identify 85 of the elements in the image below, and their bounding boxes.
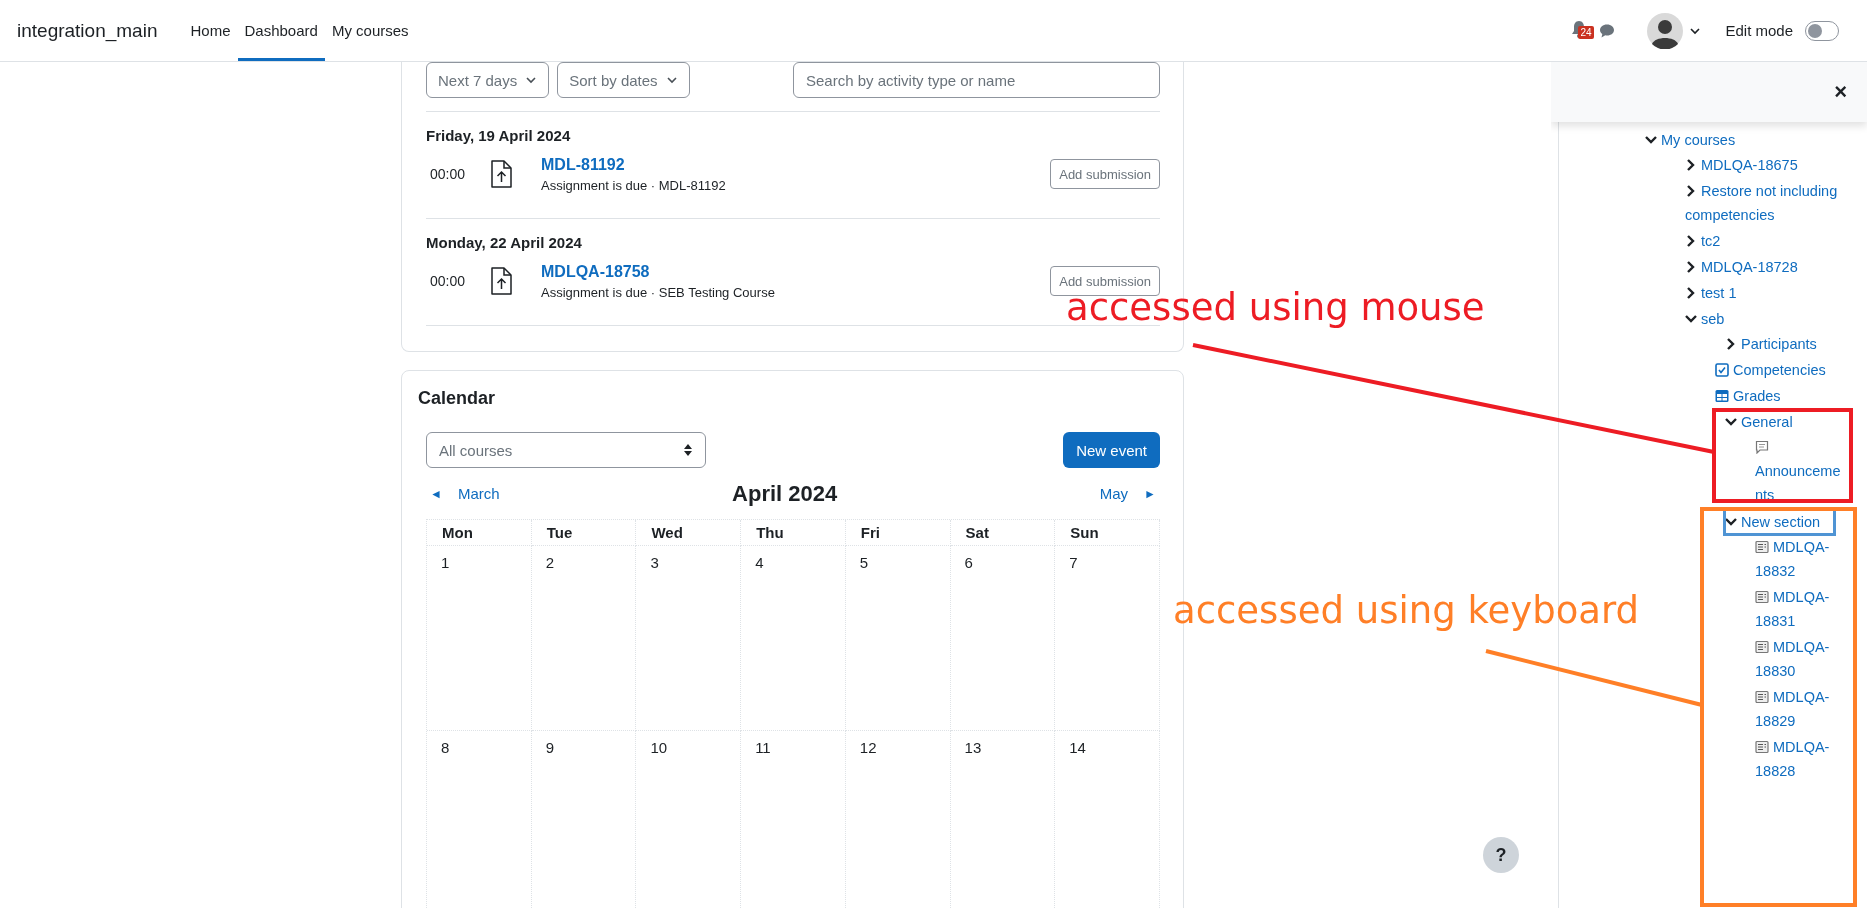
caret-icon — [525, 75, 538, 85]
tree-item[interactable]: Competencies — [1715, 358, 1826, 382]
day-number: 7 — [1069, 554, 1078, 571]
day-number: 5 — [859, 554, 869, 571]
weekday-header: Thu — [741, 520, 846, 546]
annotation-text: accessed using keyboard — [1173, 589, 1639, 633]
tree-item[interactable]: MDLQA-18829 — [1755, 685, 1842, 733]
tree-item[interactable]: My courses — [1645, 128, 1736, 152]
tree-item[interactable]: tc2 — [1685, 229, 1721, 253]
day-number: 1 — [441, 554, 450, 571]
edit-mode-toggle[interactable] — [1805, 20, 1839, 41]
add-submission-button[interactable]: Add submission — [1050, 266, 1160, 296]
tree-item[interactable]: MDLQA-18830 — [1755, 635, 1842, 683]
sort-arrows-icon — [683, 443, 693, 457]
weekday-header: Sun — [1055, 520, 1160, 546]
user-menu[interactable] — [1647, 12, 1702, 49]
date-heading: Friday, 19 April 2024 — [426, 126, 572, 146]
nav-link[interactable]: Dashboard — [237, 0, 325, 61]
caret-icon — [665, 75, 678, 85]
day-number: 14 — [1069, 739, 1086, 756]
tree-item[interactable]: Grades — [1715, 384, 1781, 408]
help-button[interactable]: ? — [1483, 837, 1519, 873]
tree-item[interactable]: MDLQA-18832 — [1755, 535, 1842, 583]
day-number: 8 — [441, 739, 450, 756]
add-submission-button[interactable]: Add submission — [1050, 159, 1160, 189]
chat-bubble-icon — [1599, 22, 1616, 39]
document-icon — [1755, 540, 1769, 554]
weekday-header: Fri — [845, 520, 951, 546]
tree-item[interactable]: Participants — [1725, 332, 1817, 356]
checkbox-icon — [1715, 363, 1729, 377]
notifications-button[interactable]: 24 — [1571, 19, 1598, 42]
caret-icon — [1689, 25, 1702, 36]
tree-item[interactable]: New section — [1725, 510, 1834, 534]
weekday-header: Wed — [636, 520, 742, 546]
file-upload-icon — [490, 160, 512, 188]
day-number: 4 — [755, 554, 764, 571]
avatar-icon — [1647, 12, 1684, 49]
weekday-header: Mon — [427, 520, 532, 546]
card-title: Calendar — [418, 387, 497, 409]
course-select[interactable]: All courses — [426, 432, 706, 468]
month-title: April 2024 — [732, 481, 838, 507]
tree-item[interactable]: test 1 — [1685, 281, 1737, 305]
nav-link[interactable]: My courses — [324, 0, 416, 61]
event-time: 00:00 — [429, 166, 467, 182]
filter-dropdown[interactable]: Sort by dates — [557, 62, 690, 98]
day-number: 9 — [545, 739, 555, 756]
document-icon — [1755, 640, 1769, 654]
tree-item[interactable]: General — [1725, 410, 1793, 434]
tree-item[interactable]: MDLQA-18675 — [1685, 153, 1798, 177]
close-button[interactable]: × — [1828, 79, 1853, 105]
day-number: 3 — [650, 554, 659, 571]
document-icon — [1755, 740, 1769, 754]
event-link[interactable]: MDLQA-18758 — [541, 262, 775, 281]
tree-item[interactable]: seb — [1685, 307, 1725, 331]
search-field[interactable]: Search by activity type or name — [793, 62, 1160, 98]
new-event-button[interactable]: New event — [1063, 432, 1160, 468]
event-time: 00:00 — [429, 273, 467, 289]
weekday-header: Tue — [531, 520, 637, 546]
filter-dropdown[interactable]: Next 7 days — [426, 62, 550, 98]
day-number: 13 — [964, 739, 982, 756]
tree-item[interactable]: MDLQA-18828 — [1755, 735, 1842, 783]
event-link[interactable]: MDL-81192 — [541, 155, 726, 174]
notification-badge: 24 — [1578, 25, 1594, 39]
date-heading: Monday, 22 April 2024 — [426, 233, 583, 253]
next-month-link[interactable]: May ► — [1095, 485, 1160, 503]
previous-month-link[interactable]: ◄ March — [426, 485, 504, 503]
edit-mode-label: Edit mode — [1725, 22, 1793, 39]
tree-item[interactable]: MDLQA-18728 — [1685, 255, 1798, 279]
event-description: Assignment is due · SEB Testing Course — [541, 284, 775, 300]
file-upload-icon — [490, 267, 512, 295]
document-icon — [1755, 690, 1769, 704]
day-number: 12 — [859, 739, 877, 756]
day-number: 11 — [755, 739, 771, 756]
day-number: 6 — [964, 554, 973, 571]
site-name[interactable]: integration_main — [17, 19, 158, 42]
weekday-header: Sat — [950, 520, 1056, 546]
day-number: 10 — [650, 739, 668, 756]
tree-item[interactable]: MDLQA-18831 — [1755, 585, 1842, 633]
table-icon — [1715, 389, 1729, 403]
event-description: Assignment is due · MDL-81192 — [541, 177, 726, 193]
messages-button[interactable] — [1599, 22, 1616, 39]
nav-link[interactable]: Home — [183, 0, 238, 61]
speech-bubble-icon — [1755, 440, 1769, 454]
document-icon — [1755, 590, 1769, 604]
day-number: 2 — [545, 554, 555, 571]
